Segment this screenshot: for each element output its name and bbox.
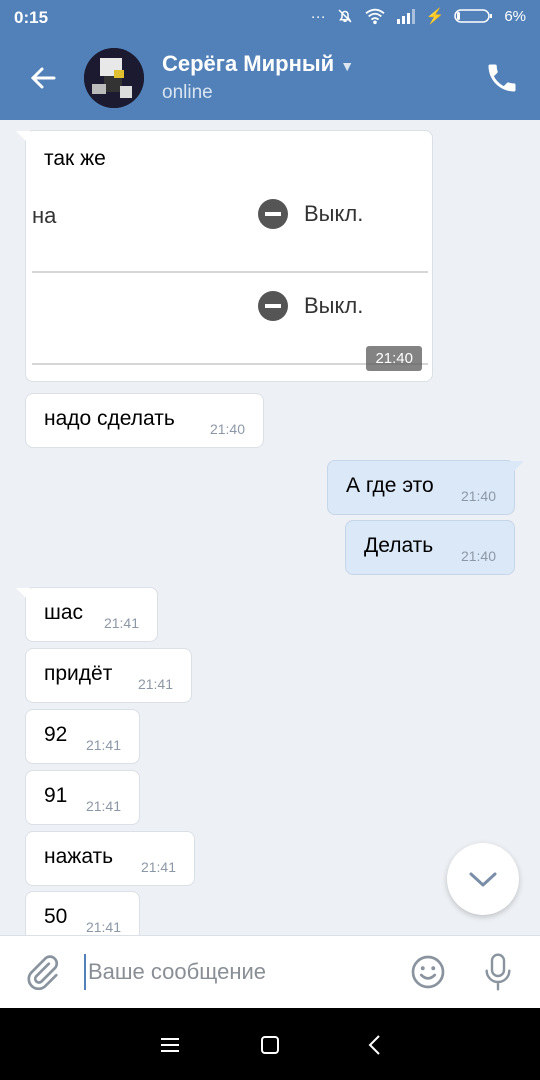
bubble-tail <box>510 461 524 475</box>
message-text: нажать <box>44 845 114 868</box>
message-text: так же <box>44 147 106 170</box>
message-incoming[interactable]: 91 21:41 <box>25 770 140 825</box>
message-text: шас <box>44 601 84 624</box>
paperclip-icon[interactable] <box>24 954 60 990</box>
message-time: 21:41 <box>85 919 121 935</box>
message-image[interactable]: так же на Выкл. Выкл. 21:40 <box>16 130 433 382</box>
message-outgoing[interactable]: А где это 21:40 <box>327 460 524 515</box>
system-nav-bar <box>0 1008 540 1080</box>
message-incoming[interactable]: придёт 21:41 <box>25 648 192 703</box>
message-incoming[interactable]: нажать 21:41 <box>25 831 195 886</box>
message-incoming[interactable]: надо сделать 21:40 <box>25 393 264 448</box>
divider <box>32 271 428 273</box>
message-time: 21:41 <box>140 859 176 875</box>
minus-circle-icon <box>258 199 288 229</box>
message-text: 50 <box>44 905 68 928</box>
back-nav-icon[interactable] <box>360 1030 390 1060</box>
settings-row: Выкл. <box>32 277 428 337</box>
chat-header: Серёга Мирный ▼ online <box>0 36 540 120</box>
square-icon[interactable] <box>255 1030 285 1060</box>
avatar[interactable] <box>84 48 144 108</box>
message-text: А где это <box>346 474 434 497</box>
microphone-icon[interactable] <box>482 952 514 992</box>
phone-icon[interactable] <box>484 60 520 96</box>
minus-circle-icon <box>258 291 288 321</box>
status-time: 0:15 <box>14 8 49 27</box>
row-value: Выкл. <box>304 201 364 226</box>
contact-name[interactable]: Серёга Мирный ▼ <box>162 51 354 77</box>
battery-icon <box>454 9 493 23</box>
message-time: 21:41 <box>85 737 121 753</box>
row-value: Выкл. <box>304 293 364 318</box>
scroll-to-bottom-button[interactable] <box>447 843 519 915</box>
message-text: 92 <box>44 723 68 746</box>
message-incoming[interactable]: 92 21:41 <box>25 709 140 764</box>
message-outgoing[interactable]: Делать 21:40 <box>345 520 515 575</box>
message-time: 21:41 <box>137 676 173 692</box>
message-composer <box>0 935 540 1008</box>
message-text: придёт <box>44 662 113 685</box>
more-dots-icon: ··· <box>310 7 326 25</box>
message-feed[interactable]: так же на Выкл. Выкл. 21:40 надо сделать… <box>0 120 540 935</box>
wifi-icon <box>365 8 385 25</box>
menu-icon[interactable] <box>155 1030 185 1060</box>
chevron-down-icon <box>469 872 497 887</box>
contact-status: online <box>162 82 213 103</box>
message-incoming[interactable]: шас 21:41 <box>16 587 158 642</box>
signal-icon <box>396 9 415 24</box>
message-time: 21:40 <box>460 548 496 564</box>
bubble-tail <box>16 588 30 602</box>
message-text: надо сделать <box>44 407 175 430</box>
message-text: 91 <box>44 784 68 807</box>
message-text: Делать <box>364 534 434 557</box>
smile-icon[interactable] <box>410 954 446 990</box>
message-time: 21:41 <box>103 615 139 631</box>
battery-percent: 6% <box>504 7 526 25</box>
message-time: 21:40 <box>366 346 422 371</box>
settings-row: на Выкл. <box>32 185 428 245</box>
status-icons: ··· ⚡ 6% <box>310 7 526 26</box>
contact-name-text: Серёга Мирный <box>162 51 335 76</box>
message-input[interactable] <box>84 954 384 990</box>
message-time: 21:41 <box>85 798 121 814</box>
message-time: 21:40 <box>460 488 496 504</box>
screenshot-attachment[interactable]: на Выкл. Выкл. <box>32 181 428 367</box>
message-time: 21:40 <box>209 421 245 437</box>
message-incoming[interactable]: 50 21:41 <box>25 891 140 935</box>
chevron-down-icon[interactable]: ▼ <box>340 58 354 74</box>
row-label: на <box>32 203 57 228</box>
status-bar: 0:15 ··· ⚡ 6% <box>0 0 540 36</box>
bubble-tail <box>16 131 30 145</box>
notifications-off-icon <box>338 9 352 23</box>
charging-icon: ⚡ <box>425 8 445 25</box>
back-arrow-icon[interactable] <box>24 58 64 98</box>
